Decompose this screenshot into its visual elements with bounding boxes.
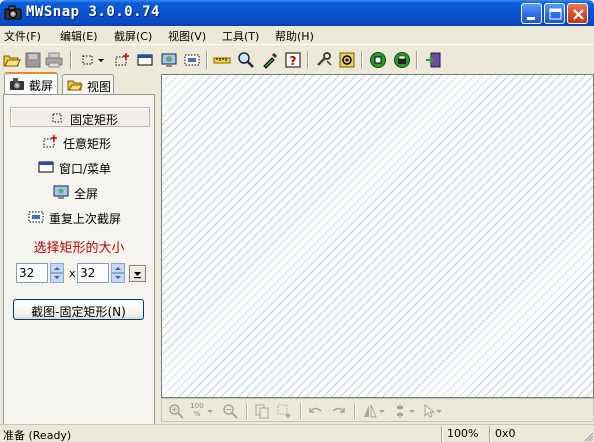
exit-icon[interactable]	[424, 51, 442, 69]
capture-panel: 固定矩形 任意矩形 窗口/菜单 全屏 重复上次截屏 选择矩形的大小 32 x 3…	[3, 94, 155, 426]
toolbar-separator	[206, 51, 208, 69]
window-menu-icon	[38, 161, 54, 173]
undo-icon[interactable]	[308, 403, 324, 419]
chevron-down-icon[interactable]	[378, 403, 386, 419]
window-menu-icon[interactable]	[136, 51, 154, 69]
fullscreen-icon	[53, 185, 69, 199]
chevron-down-icon	[134, 272, 141, 279]
tab-view[interactable]: 视图	[62, 74, 114, 95]
fixed-rect-icon[interactable]	[79, 51, 97, 69]
height-stepper[interactable]	[111, 263, 125, 283]
record-black-icon[interactable]	[393, 51, 411, 69]
size-separator: x	[69, 267, 76, 280]
wrench-icon[interactable]	[315, 51, 333, 69]
resize-grip-icon[interactable]	[582, 430, 594, 442]
image-canvas[interactable]	[161, 74, 594, 398]
redo-icon[interactable]	[330, 403, 346, 419]
copy-icon[interactable]	[254, 403, 270, 419]
tab-view-label: 视图	[87, 80, 112, 94]
zoom-in-icon[interactable]	[168, 403, 184, 419]
chevron-down-icon[interactable]	[435, 403, 443, 419]
cursor-icon[interactable]	[420, 403, 436, 419]
camera-icon	[10, 78, 24, 90]
window-menu-label: 窗口/菜单	[59, 162, 112, 176]
status-size: 0x0	[495, 427, 516, 440]
status-message: 准备 (Ready)	[3, 429, 72, 442]
repeat-last-icon[interactable]	[183, 51, 201, 69]
zoom-icon[interactable]	[237, 51, 255, 69]
zoom-out-icon[interactable]	[222, 403, 238, 419]
any-rect-action[interactable]: 任意矩形	[10, 132, 150, 152]
main-toolbar: ?	[0, 44, 594, 72]
fixed-rect-action[interactable]: 固定矩形	[10, 107, 150, 127]
toolbar-separator	[354, 403, 356, 419]
help-icon[interactable]: ?	[284, 51, 302, 69]
status-separator	[441, 426, 443, 442]
color-picker-icon[interactable]	[261, 51, 279, 69]
open-folder-icon[interactable]	[3, 51, 21, 69]
title-bar[interactable]: MWSnap 3.0.0.74	[0, 0, 594, 26]
menu-view[interactable]: 视图(V)	[168, 28, 206, 44]
menu-help[interactable]: 帮助(H)	[275, 28, 314, 44]
close-button[interactable]	[567, 3, 588, 24]
any-rect-icon	[43, 135, 57, 148]
maximize-icon	[549, 8, 562, 20]
close-icon	[573, 9, 584, 20]
any-rect-icon[interactable]	[113, 51, 131, 69]
window-title: MWSnap 3.0.0.74	[26, 4, 160, 20]
align-icon[interactable]	[392, 403, 408, 419]
toolbar-separator	[361, 51, 363, 69]
fullscreen-label: 全屏	[74, 187, 99, 201]
zoom-percent-label[interactable]: 100 %	[190, 402, 204, 418]
status-zoom: 100%	[447, 427, 479, 440]
print-icon[interactable]	[45, 51, 63, 69]
minimize-icon	[527, 17, 535, 20]
toolbar-separator	[300, 403, 302, 419]
fullscreen-action[interactable]: 全屏	[10, 182, 150, 202]
camera-app-icon	[4, 5, 22, 20]
maximize-button[interactable]	[544, 3, 565, 24]
size-title: 选择矩形的大小	[33, 241, 125, 256]
toolbar-separator	[307, 51, 309, 69]
menu-edit[interactable]: 编辑(E)	[60, 28, 98, 44]
tab-capture[interactable]: 截屏	[4, 72, 58, 95]
open-folder-icon	[67, 80, 83, 91]
flip-icon[interactable]	[362, 403, 378, 419]
tab-capture-label: 截屏	[29, 79, 54, 93]
chevron-down-icon[interactable]	[206, 403, 214, 419]
size-preset-dropdown[interactable]	[129, 265, 146, 282]
toolbar-separator	[246, 403, 248, 419]
crop-icon[interactable]	[276, 403, 292, 419]
menu-bar: 文件(F) 编辑(E) 截屏(C) 视图(V) 工具(T) 帮助(H)	[0, 26, 594, 44]
width-input[interactable]: 32	[16, 263, 48, 283]
width-stepper[interactable]	[50, 263, 64, 283]
save-icon[interactable]	[24, 51, 42, 69]
minimize-button[interactable]	[521, 3, 542, 24]
dropdown-arrow-icon[interactable]	[96, 51, 106, 69]
toolbar-separator	[70, 51, 72, 69]
chevron-down-icon[interactable]	[408, 403, 416, 419]
menu-capture[interactable]: 截屏(C)	[114, 28, 152, 44]
svg-text:?: ?	[290, 54, 297, 68]
height-input[interactable]: 32	[77, 263, 109, 283]
fullscreen-icon[interactable]	[160, 51, 178, 69]
status-separator	[489, 426, 491, 442]
status-bar: 准备 (Ready) 100% 0x0	[0, 424, 594, 442]
menu-tools[interactable]: 工具(T)	[222, 28, 259, 44]
settings-icon[interactable]	[338, 51, 356, 69]
capture-fixed-rect-button[interactable]: 截图-固定矩形(N)	[13, 299, 144, 320]
any-rect-label: 任意矩形	[63, 137, 112, 151]
fixed-rect-label: 固定矩形	[70, 113, 119, 127]
menu-file[interactable]: 文件(F)	[4, 28, 41, 44]
repeat-last-label: 重复上次截屏	[49, 212, 122, 226]
record-green-icon[interactable]	[369, 51, 387, 69]
repeat-last-icon	[28, 211, 44, 223]
canvas-toolbar: 100 %	[161, 398, 594, 422]
repeat-last-action[interactable]: 重复上次截屏	[10, 207, 150, 227]
ruler-icon[interactable]	[213, 51, 231, 69]
fixed-rect-icon	[52, 113, 62, 123]
window-menu-action[interactable]: 窗口/菜单	[10, 157, 150, 177]
toolbar-separator	[416, 51, 418, 69]
